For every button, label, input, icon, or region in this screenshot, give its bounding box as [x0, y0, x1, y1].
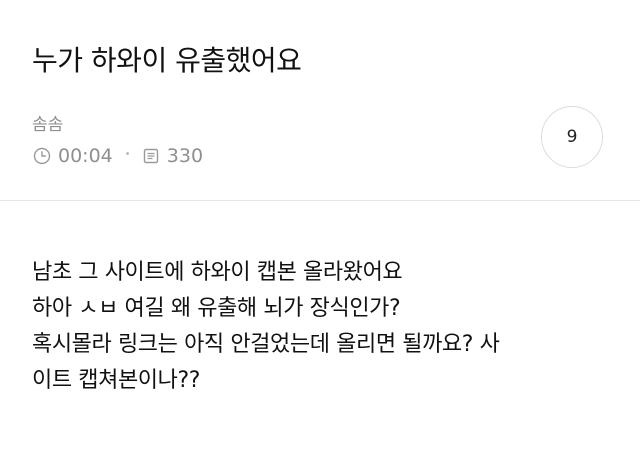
- post-body-line: 이트 캡쳐본이나??: [32, 368, 201, 393]
- meta-separator: [125, 151, 129, 155]
- view-count: 330: [166, 145, 204, 167]
- post-body-line: 하아 ㅅㅂ 여길 왜 유출해 뇌가 장식인가?: [32, 296, 401, 321]
- post-title: 누가 하와이 유출했어요: [32, 44, 302, 77]
- post-body-line: 남초 그 사이트에 하와이 캡본 올라왔어요: [32, 260, 403, 285]
- document-icon: [141, 146, 161, 166]
- comment-count-button[interactable]: 9: [541, 106, 603, 168]
- post-header: 누가 하와이 유출했어요 솜솜 00:04 330 9: [0, 0, 640, 201]
- post-time: 00:04: [58, 145, 113, 167]
- author-name[interactable]: 솜솜: [32, 110, 63, 135]
- comment-count-label: 9: [566, 127, 578, 147]
- post-meta: 00:04 330: [32, 144, 203, 168]
- post-body-line: 혹시몰라 링크는 아직 안걸었는데 올리면 될까요? 사: [32, 332, 500, 357]
- clock-icon: [32, 146, 52, 166]
- post-body: 남초 그 사이트에 하와이 캡본 올라왔어요 하아 ㅅㅂ 여길 왜 유출해 뇌가…: [32, 255, 622, 399]
